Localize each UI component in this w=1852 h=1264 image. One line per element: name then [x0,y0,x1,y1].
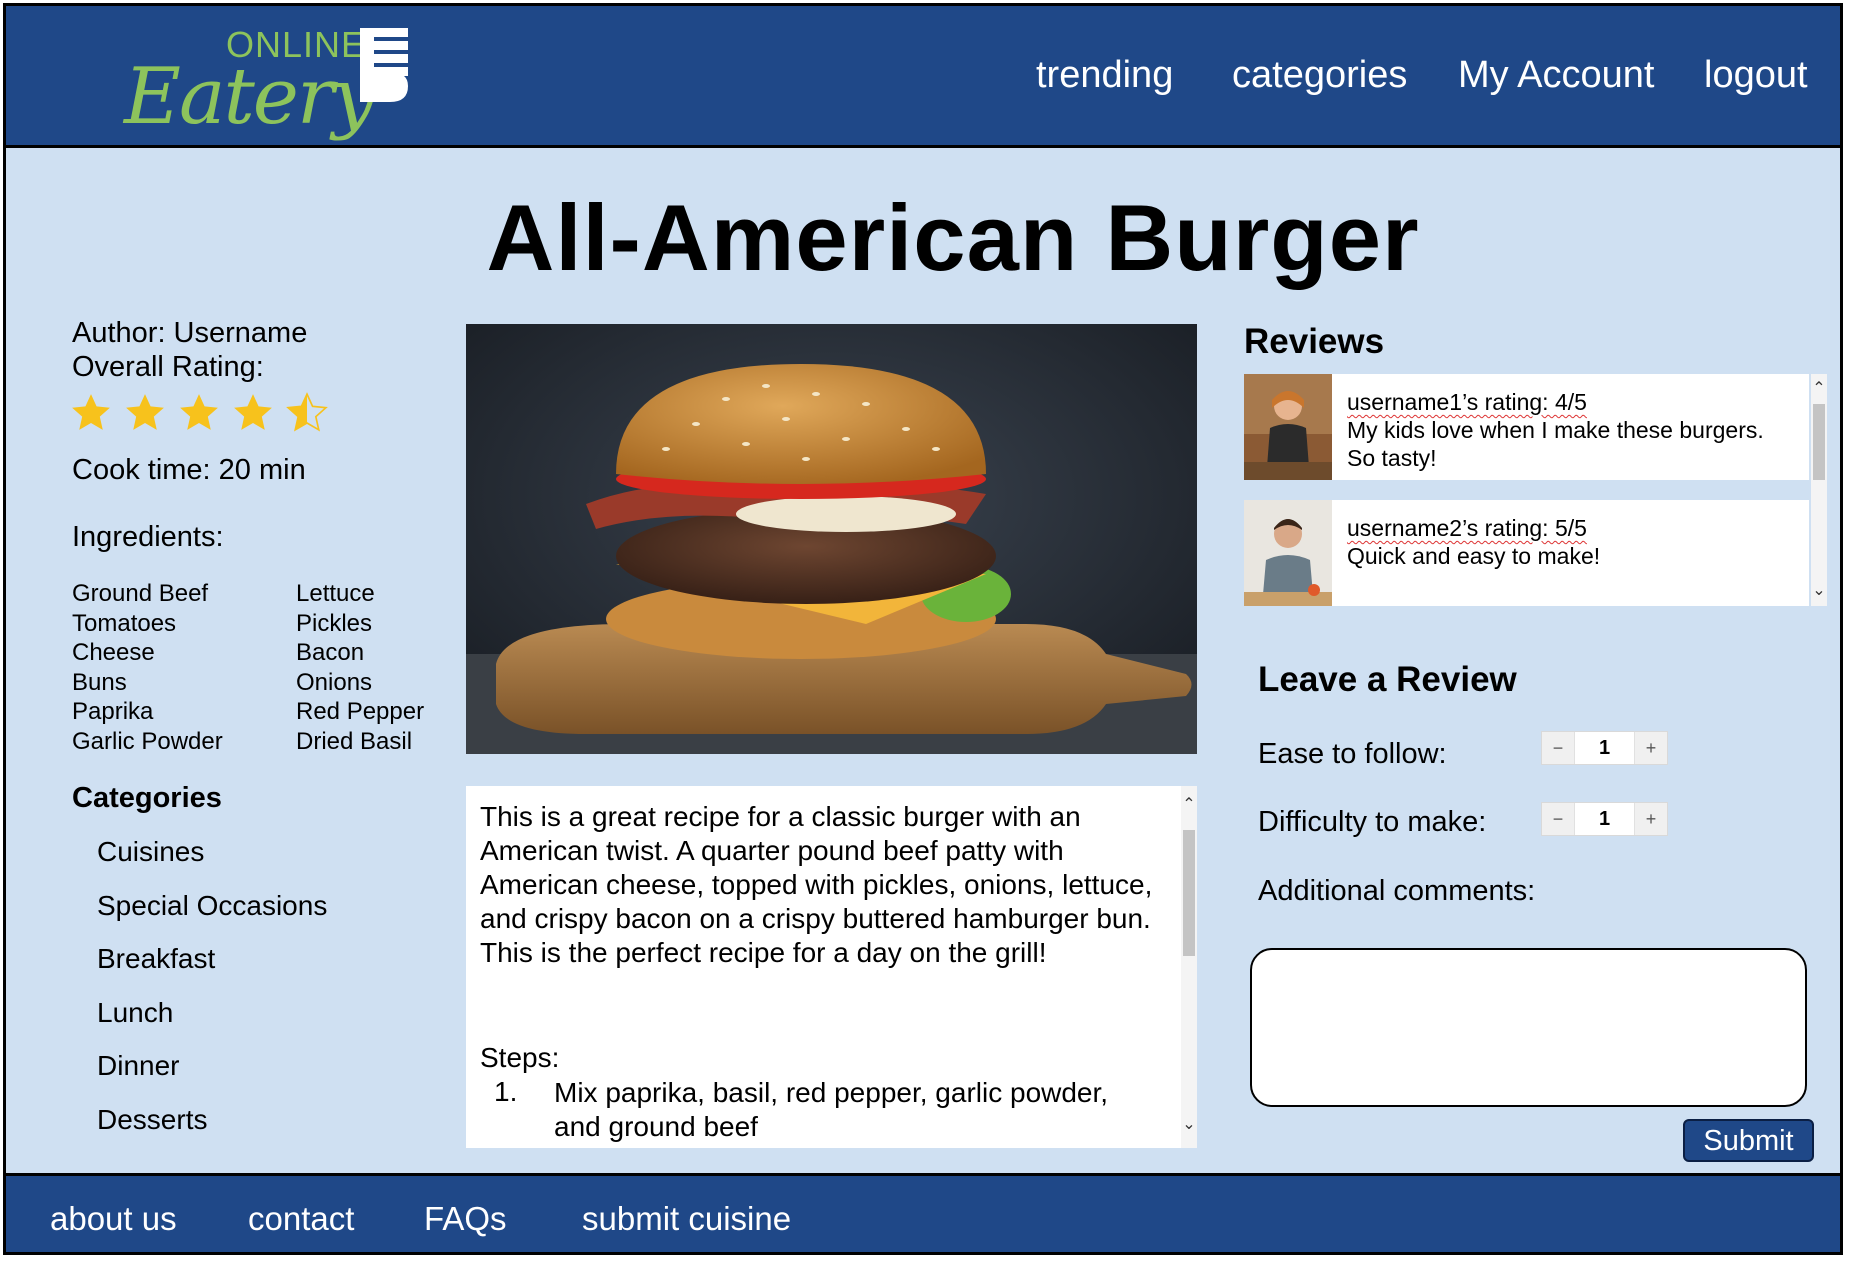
ingredient-item: Onions [296,668,373,696]
ingredient-item: Tomatoes [72,609,177,637]
star-half-icon [286,392,328,432]
increment-button[interactable]: + [1635,803,1667,835]
ease-value[interactable]: 1 [1574,732,1635,764]
scrollbar-thumb[interactable] [1183,830,1195,956]
review-rating: username1’s rating: 4/5 [1347,389,1587,415]
footer-faqs[interactable]: FAQs [424,1200,507,1238]
leave-review-heading: Leave a Review [1258,660,1517,699]
footer-contact[interactable]: contact [248,1200,354,1238]
header-bar: ONLINE Eatery trending categories My Acc… [6,6,1840,148]
category-link[interactable]: Breakfast [97,943,215,975]
scroll-down-icon[interactable]: ⌄ [1181,1114,1197,1134]
increment-button[interactable]: + [1635,732,1667,764]
decrement-button[interactable]: − [1542,732,1574,764]
ingredients-label: Ingredients: [72,521,224,553]
ease-label: Ease to follow: [1258,738,1447,770]
avatar [1244,500,1332,606]
scroll-up-icon[interactable]: ⌃ [1181,794,1197,814]
category-link[interactable]: Cuisines [97,836,204,868]
ingredients-list-col1: Ground Beef Tomatoes Cheese Buns Paprika Garl… [72,579,223,757]
recipe-description-panel[interactable]: This is a great recipe for a classic bur… [466,786,1197,1148]
ingredient-item: Dried Basil [296,727,413,755]
avatar [1244,374,1332,480]
scrollbar-thumb[interactable] [1813,404,1825,480]
star-rating [70,392,328,432]
review-body: My kids love when I make these burgers. … [1347,417,1764,471]
overall-rating-label: Overall Rating: [72,351,264,383]
category-link[interactable]: Desserts [97,1104,207,1136]
fork-icon [360,28,408,102]
comments-textarea[interactable] [1250,948,1807,1107]
recipe-author: Author: Username [72,317,308,349]
review-body: Quick and easy to make! [1347,543,1601,569]
ingredient-item: Garlic Powder [72,727,223,755]
ingredient-item: Buns [72,668,127,696]
footer-about-us[interactable]: about us [50,1200,177,1238]
difficulty-stepper[interactable]: − 1 + [1541,802,1668,836]
nav-trending[interactable]: trending [1036,54,1173,97]
footer-bar: about us contact FAQs submit cuisine [6,1173,1840,1252]
site-logo[interactable]: ONLINE Eatery [124,24,424,142]
step-text: Mix paprika, basil, red pepper, garlic p… [554,1077,1109,1142]
difficulty-label: Difficulty to make: [1258,806,1487,838]
ingredient-item: Bacon [296,639,365,667]
scroll-down-icon[interactable]: ⌄ [1811,580,1827,600]
category-link[interactable]: Special Occasions [97,890,327,922]
nav-my-account[interactable]: My Account [1458,54,1654,97]
submit-button[interactable]: Submit [1683,1119,1814,1162]
recipe-description: This is a great recipe for a classic bur… [480,801,1153,968]
cook-time: Cook time: 20 min [72,454,306,486]
footer-submit-cuisine[interactable]: submit cuisine [582,1200,791,1238]
star-full-icon [72,394,110,430]
ingredient-item: Paprika [72,698,154,726]
decrement-button[interactable]: − [1542,803,1574,835]
reviews-heading: Reviews [1244,322,1385,361]
scroll-up-icon[interactable]: ⌃ [1811,378,1827,398]
ingredient-item: Lettuce [296,580,375,607]
ingredient-item: Red Pepper [296,698,425,726]
category-link[interactable]: Dinner [97,1050,179,1082]
ease-stepper[interactable]: − 1 + [1541,731,1668,765]
reviews-scrollbar[interactable]: ⌃ ⌄ [1811,374,1827,606]
categories-heading: Categories [72,782,222,814]
difficulty-value[interactable]: 1 [1574,803,1635,835]
recipe-photo [466,324,1197,754]
ingredient-item: Pickles [296,609,373,637]
step-number: 1. [494,1076,518,1107]
app-frame: ONLINE Eatery trending categories My Acc… [3,3,1843,1255]
reviews-list[interactable]: username1’s rating: 4/5 My kids love whe… [1244,374,1827,606]
star-full-icon [180,394,218,430]
nav-logout[interactable]: logout [1704,54,1808,97]
logo-eatery-text: Eatery [124,52,376,142]
review-rating: username2’s rating: 5/5 [1347,515,1587,541]
nav-categories[interactable]: categories [1232,54,1407,97]
comments-label: Additional comments: [1258,875,1536,907]
ingredient-item: Ground Beef [72,580,209,607]
star-full-icon [234,394,272,430]
ingredient-item: Cheese [72,639,155,667]
description-scrollbar[interactable]: ⌃ ⌄ [1181,786,1197,1148]
review-item: username2’s rating: 5/5 Quick and easy t… [1244,500,1809,606]
ingredients-list-col2: Lettuce Pickles Bacon Onions Red Pepper Dried… [296,579,424,757]
review-item: username1’s rating: 4/5 My kids love whe… [1244,374,1809,480]
star-full-icon [126,394,164,430]
steps-label: Steps: [480,1042,560,1073]
category-link[interactable]: Lunch [97,997,173,1029]
recipe-title: All-American Burger [486,185,1420,290]
